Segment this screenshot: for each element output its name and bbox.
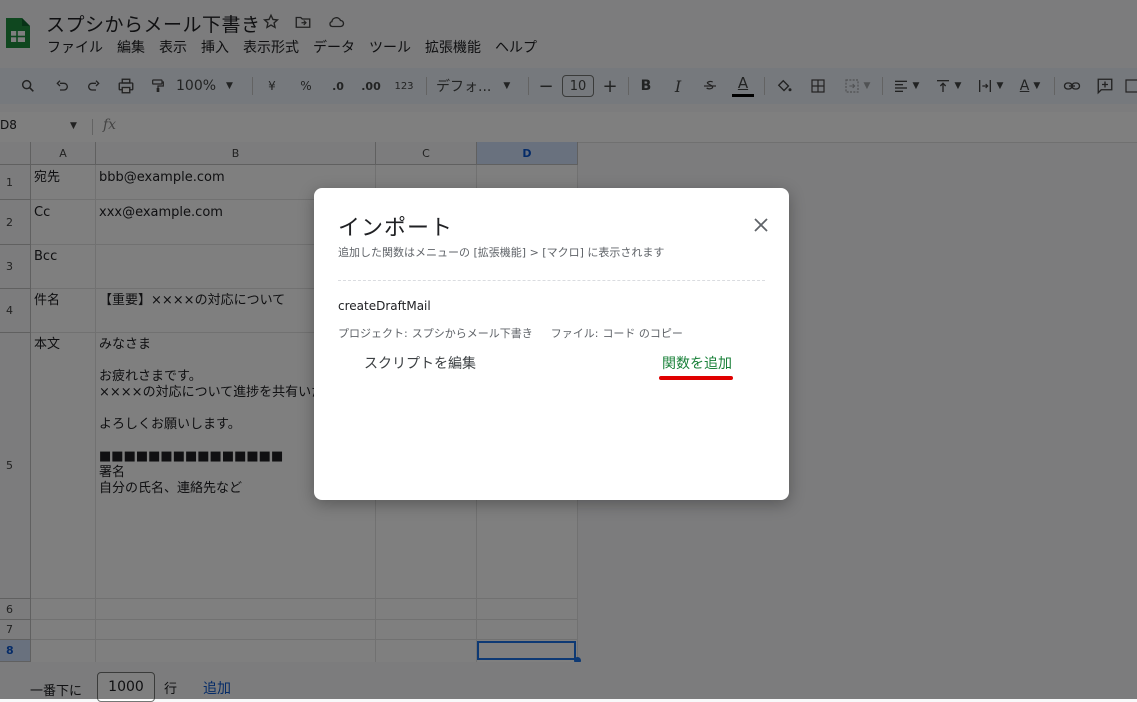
project-label: プロジェクト: — [338, 327, 408, 340]
file-value: コード のコピー — [602, 327, 683, 340]
dialog-subtitle: 追加した関数はメニューの [拡張機能] > [マクロ] に表示されます — [338, 246, 665, 259]
file-label: ファイル: — [550, 327, 599, 340]
add-function-button[interactable]: 関数を追加 — [662, 353, 732, 373]
highlight-underline — [659, 376, 733, 380]
close-icon[interactable] — [750, 214, 772, 236]
function-meta: プロジェクト: スプシからメール下書き ファイル: コード のコピー — [338, 325, 683, 341]
project-value: スプシからメール下書き — [411, 327, 533, 340]
edit-script-button[interactable]: スクリプトを編集 — [364, 353, 476, 373]
dialog-divider — [338, 280, 765, 282]
function-name: createDraftMail — [338, 299, 431, 313]
import-dialog: インポート 追加した関数はメニューの [拡張機能] > [マクロ] に表示されま… — [314, 188, 789, 500]
dialog-title: インポート — [338, 216, 454, 241]
